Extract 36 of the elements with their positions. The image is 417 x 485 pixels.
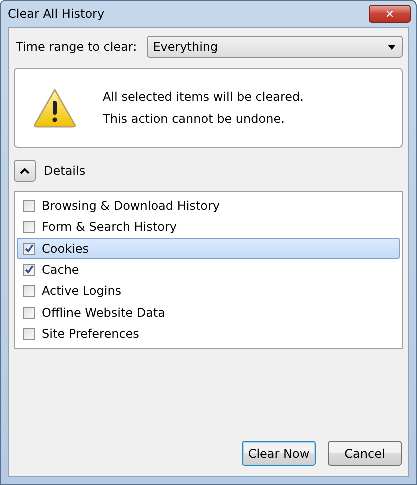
item-label: Form & Search History: [42, 220, 177, 234]
item-label: Offline Website Data: [42, 306, 166, 320]
time-range-label: Time range to clear:: [16, 40, 138, 54]
checkmark-icon: [24, 265, 34, 274]
time-range-dropdown[interactable]: Everything: [147, 36, 403, 58]
warning-text: This action cannot be undone.: [103, 112, 286, 126]
window-title: Clear All History: [8, 7, 105, 21]
details-toggle-button[interactable]: [14, 160, 36, 182]
list-item[interactable]: Browsing & Download History: [17, 195, 400, 216]
checkbox[interactable]: [23, 221, 35, 234]
item-label: Browsing & Download History: [42, 198, 220, 213]
checkbox[interactable]: [23, 264, 35, 276]
dialog-button[interactable]: Clear Now: [242, 441, 316, 466]
checkbox[interactable]: [23, 200, 35, 212]
list-item[interactable]: Active Logins: [17, 280, 400, 302]
list-item[interactable]: Site Preferences: [17, 324, 400, 345]
checkbox[interactable]: [23, 328, 35, 340]
item-label: Active Logins: [42, 284, 122, 298]
warning-icon: [33, 88, 77, 128]
warning-text: All selected items will be cleared.: [103, 90, 304, 104]
checkbox[interactable]: [23, 242, 35, 255]
close-button[interactable]: ✕: [369, 5, 411, 23]
checkmark-icon: [24, 244, 34, 254]
item-label: Cache: [42, 262, 80, 277]
item-label: Site Preferences: [42, 327, 140, 342]
chevron-up-icon: [20, 168, 30, 174]
item-label: Cookies: [42, 242, 89, 256]
list-item[interactable]: Cache: [17, 259, 400, 281]
list-item[interactable]: Cookies: [17, 238, 400, 260]
checkbox[interactable]: [23, 306, 35, 319]
dropdown-arrow-icon: [388, 44, 396, 50]
list-item[interactable]: Form & Search History: [17, 216, 400, 238]
list-item[interactable]: Offline Website Data: [17, 302, 400, 324]
dialog-button[interactable]: Cancel: [328, 441, 402, 466]
details-label: Details: [44, 164, 86, 178]
checkbox[interactable]: [23, 285, 35, 298]
